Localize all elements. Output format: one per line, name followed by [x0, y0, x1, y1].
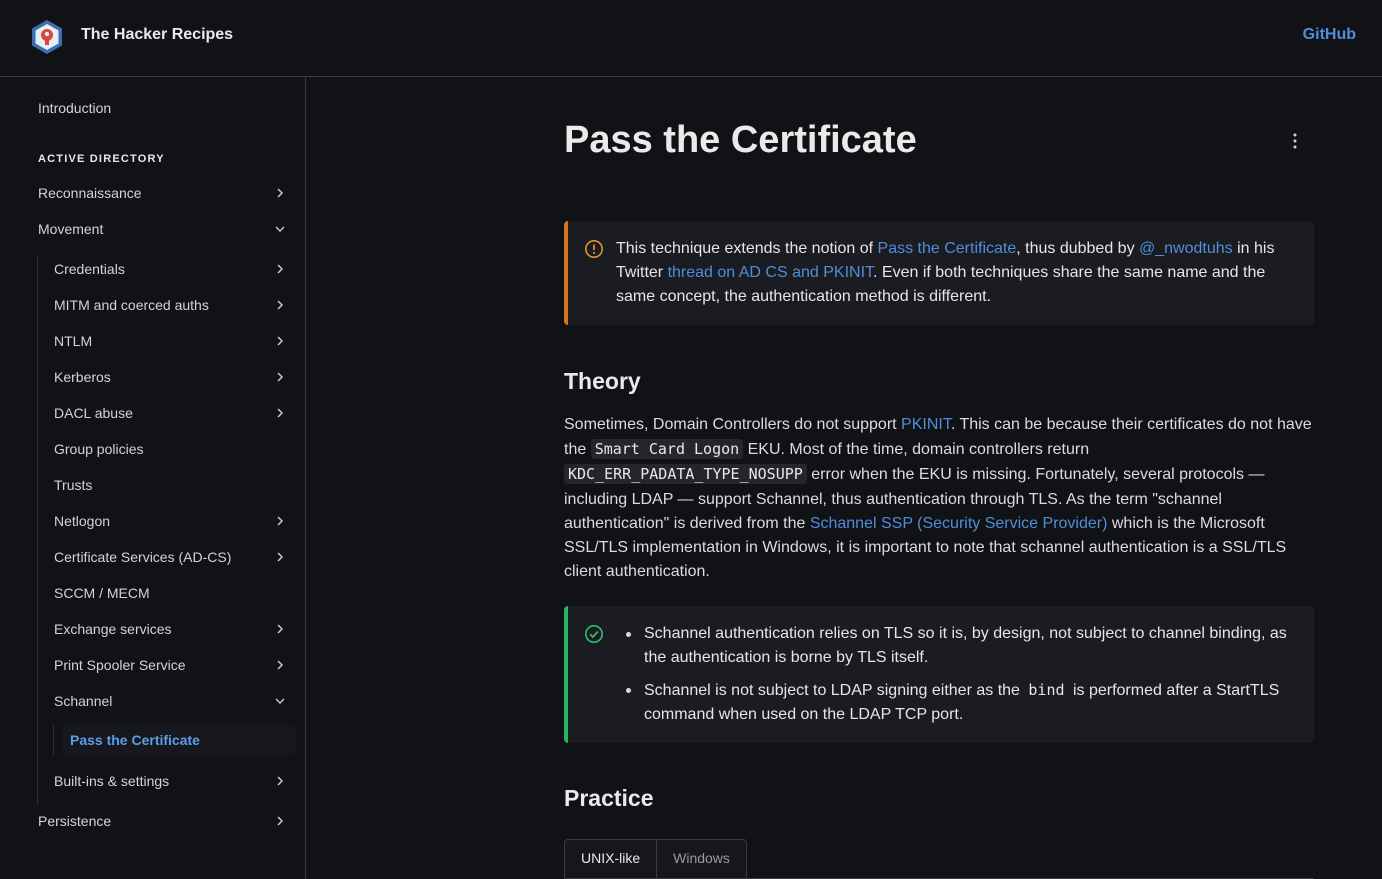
link-pkinit[interactable]: PKINIT: [901, 416, 951, 433]
tip-text: Schannel authentication relies on TLS so…: [612, 622, 1302, 735]
warning-circle-icon: [585, 240, 603, 258]
sidebar-item-label: SCCM / MECM: [54, 585, 150, 601]
sidebar-item-introduction[interactable]: Introduction: [38, 96, 287, 120]
sidebar-guide-line: [37, 255, 38, 805]
sidebar-item-label: Movement: [38, 221, 104, 237]
chevron-right-icon: [277, 552, 284, 562]
heading-practice: Practice: [564, 785, 654, 811]
sidebar-section-heading: ACTIVE DIRECTORY: [38, 153, 165, 165]
sidebar-item-label: Netlogon: [54, 513, 111, 529]
code-tabs: UNIX-like Windows: [564, 839, 747, 879]
link-nwodtuhs[interactable]: @_nwodtuhs: [1139, 240, 1233, 257]
sidebar-item-pass-the-certificate[interactable]: Pass the Certificate: [62, 725, 296, 755]
chevron-right-icon: [277, 188, 284, 198]
sidebar-item-label: Schannel: [54, 693, 113, 709]
sidebar-item-group-policies[interactable]: Group policies: [54, 437, 287, 461]
sidebar-item-schannel[interactable]: Schannel: [54, 689, 287, 713]
site-title[interactable]: The Hacker Recipes: [81, 26, 233, 44]
link-pass-the-certificate[interactable]: Pass the Certificate: [878, 240, 1017, 257]
sidebar-item-exchange[interactable]: Exchange services: [54, 617, 287, 641]
list-item: Schannel authentication relies on TLS so…: [612, 622, 1302, 670]
sidebar-item-label: MITM and coerced auths: [54, 297, 209, 313]
sidebar-item-sccm[interactable]: SCCM / MECM: [54, 581, 287, 605]
warning-callout: This technique extends the notion of Pas…: [564, 221, 1314, 325]
sidebar-item-label: Persistence: [38, 813, 112, 829]
chevron-right-icon: [277, 336, 284, 346]
sidebar-item-print-spooler[interactable]: Print Spooler Service: [54, 653, 287, 677]
text-segment: , thus dubbed by: [1016, 240, 1140, 257]
sidebar-item-mitm[interactable]: MITM and coerced auths: [54, 293, 287, 317]
chevron-right-icon: [277, 516, 284, 526]
sidebar-item-label: Pass the Certificate: [70, 732, 200, 748]
sidebar-item-label: Group policies: [54, 441, 144, 457]
sidebar: Introduction ACTIVE DIRECTORY Reconnaiss…: [0, 77, 306, 879]
chevron-right-icon: [277, 776, 284, 786]
sidebar-item-label: Certificate Services (AD-CS): [54, 549, 232, 565]
sidebar-guide-line: [53, 725, 54, 755]
check-circle-icon: [585, 625, 603, 643]
chevron-down-icon: [275, 226, 285, 233]
chevron-right-icon: [277, 300, 284, 310]
more-options-icon[interactable]: [1290, 132, 1300, 150]
inline-code: KDC_ERR_PADATA_TYPE_NOSUPP: [564, 464, 807, 485]
top-navbar: The Hacker Recipes GitHub: [0, 0, 1382, 77]
list-item: Schannel is not subject to LDAP signing …: [612, 678, 1302, 727]
theory-paragraph: Sometimes, Domain Controllers do not sup…: [564, 413, 1314, 584]
link-thread-adcs-pkinit[interactable]: thread on AD CS and PKINIT: [668, 264, 873, 281]
text-segment: Sometimes, Domain Controllers do not sup…: [564, 416, 902, 433]
sidebar-item-builtins[interactable]: Built-ins & settings: [54, 769, 287, 793]
chevron-down-icon: [275, 698, 285, 705]
chevron-right-icon: [277, 660, 284, 670]
tab-windows[interactable]: Windows: [657, 840, 746, 879]
sidebar-item-label: Introduction: [38, 100, 112, 116]
link-schannel-ssp[interactable]: Schannel SSP (Security Service Provider): [810, 515, 1108, 532]
chevron-right-icon: [277, 408, 284, 418]
sidebar-item-adcs[interactable]: Certificate Services (AD-CS): [54, 545, 287, 569]
tip-list: Schannel authentication relies on TLS so…: [612, 622, 1302, 727]
sidebar-item-credentials[interactable]: Credentials: [54, 257, 287, 281]
chevron-right-icon: [277, 372, 284, 382]
sidebar-item-trusts[interactable]: Trusts: [54, 473, 287, 497]
chevron-right-icon: [277, 264, 284, 274]
sidebar-item-kerberos[interactable]: Kerberos: [54, 365, 287, 389]
sidebar-item-label: Credentials: [54, 261, 125, 277]
warning-text: This technique extends the notion of Pas…: [616, 237, 1296, 309]
sidebar-item-label: Kerberos: [54, 369, 111, 385]
inline-code: Smart Card Logon: [590, 439, 744, 460]
sidebar-item-label: Built-ins & settings: [54, 773, 170, 789]
site-logo-icon[interactable]: [30, 19, 64, 55]
page-title: Pass the Certificate: [564, 119, 917, 161]
tab-unix-like[interactable]: UNIX-like: [565, 840, 658, 879]
inline-code: bind: [1028, 681, 1065, 699]
tip-callout: Schannel authentication relies on TLS so…: [564, 606, 1314, 743]
sidebar-item-movement[interactable]: Movement: [38, 217, 287, 241]
sidebar-item-ntlm[interactable]: NTLM: [54, 329, 287, 353]
sidebar-item-label: NTLM: [54, 333, 93, 349]
text-segment: This technique extends the notion of: [616, 240, 878, 257]
github-link[interactable]: GitHub: [1303, 26, 1356, 44]
sidebar-item-label: Print Spooler Service: [54, 657, 186, 673]
chevron-right-icon: [277, 624, 284, 634]
sidebar-item-label: Exchange services: [54, 621, 172, 637]
sidebar-item-label: DACL abuse: [54, 405, 133, 421]
text-segment: Schannel is not subject to LDAP signing …: [644, 682, 1025, 699]
sidebar-item-label: Trusts: [54, 477, 93, 493]
chevron-right-icon: [277, 816, 284, 826]
text-segment: EKU. Most of the time, domain controller…: [743, 441, 1090, 459]
sidebar-item-persistence[interactable]: Persistence: [38, 809, 287, 833]
sidebar-item-reconnaissance[interactable]: Reconnaissance: [38, 181, 287, 205]
sidebar-item-dacl-abuse[interactable]: DACL abuse: [54, 401, 287, 425]
sidebar-item-label: Reconnaissance: [38, 185, 142, 201]
sidebar-item-netlogon[interactable]: Netlogon: [54, 509, 287, 533]
heading-theory: Theory: [564, 368, 641, 394]
